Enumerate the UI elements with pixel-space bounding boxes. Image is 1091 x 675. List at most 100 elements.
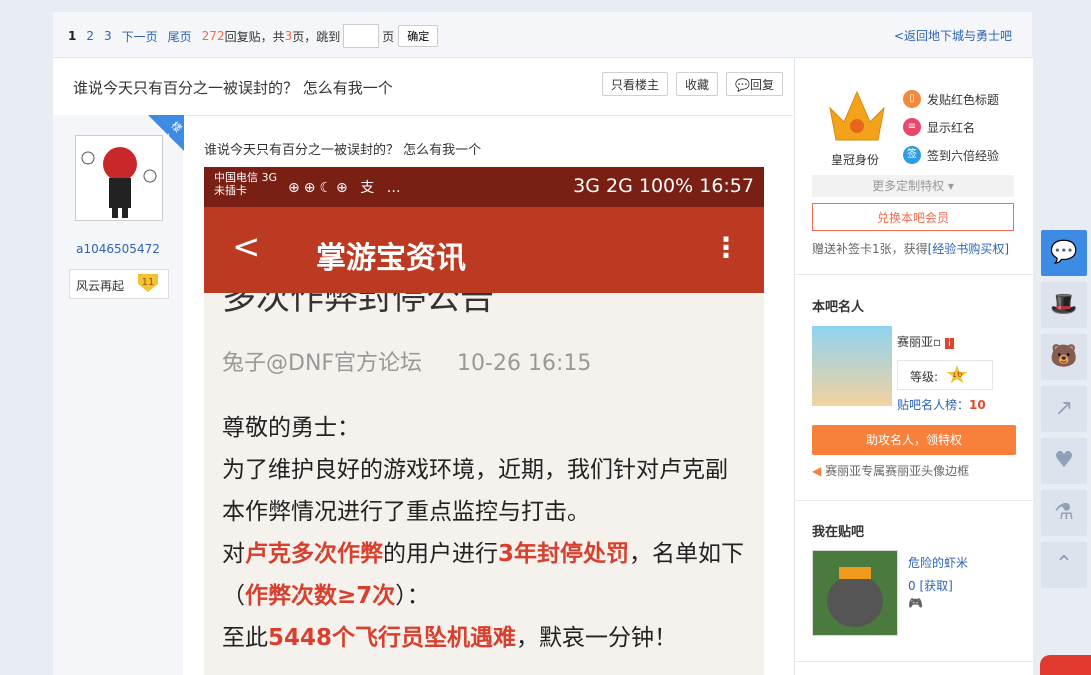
comment-icon: 💬 [735,78,750,92]
only-op-button[interactable]: 只看楼主 [602,72,669,96]
reply-label: 回复 [749,78,774,92]
carrier-name: 中国电信 3G [214,171,278,184]
article-headline: 多次作弊封停公告 [222,293,494,318]
back-to-forum-link[interactable]: <返回地下城与勇士吧 [894,27,1012,44]
flask-icon[interactable]: ⚗ [1041,490,1087,536]
article-p3: 对卢克多次作弊的用户进行3年封停处罚，名单如下（作弊次数≥7次）： [222,533,746,617]
celebrity-skin-note: ◀ 赛丽亚专属赛丽亚头像边框 [812,462,969,479]
perk-label: 显示红名 [927,120,976,135]
celebrity-image[interactable] [812,326,892,406]
chat-icon[interactable]: 💬 [1041,230,1087,276]
magic-hat-icon[interactable]: 🎩 [1041,282,1087,328]
confirm-button[interactable]: 确定 [398,25,439,47]
celebrity-name[interactable]: 赛丽亚▫ i [897,333,954,350]
p3-c: 的用户进行 [383,541,498,567]
p3-f: 作弊次数≥7次 [245,583,396,609]
author-panel: 楼主 a1046505472 风云再起 11 [53,115,184,675]
my-coins[interactable]: 0 [获取] [908,577,953,594]
carrier-info: 中国电信 3G 未插卡 [214,171,277,197]
p3-a: 对 [222,541,245,567]
sign-icon: 签 [903,146,921,164]
page-2-link[interactable]: 2 [86,29,94,43]
game-icon: 🎮 [908,596,923,610]
article-author: 兔子@DNF官方论坛 [222,351,423,376]
pages-suffix: 页，跳到 [292,29,341,44]
assist-celebrity-button[interactable]: 助攻名人，领特权 [812,425,1016,455]
article-greeting: 尊敬的勇士： [222,415,360,441]
thread-title: 谁说今天只有百分之一被误封的？ 怎么有我一个 [73,79,393,97]
p4-a: 至此 [222,625,268,651]
exchange-membership-button[interactable]: 兑换本吧会员 [812,203,1014,231]
bookmark-icon: ▯ [903,90,921,108]
author-avatar[interactable] [75,135,163,221]
right-sidebar: 皇冠身份 ▯ 发贴红色标题 ≡ 显示红名 签签到六倍经验 更多定制特权 ▾ 兑换本吧… [794,58,1033,675]
article-time: 10-26 16:15 [457,351,592,376]
favorite-button[interactable]: 收藏 [676,72,719,96]
skin-text: 赛丽亚专属赛丽亚头像边框 [825,464,970,478]
perk-list: ▯ 发贴红色标题 ≡ 显示红名 签签到六倍经验 [903,85,999,169]
celebrity-name-text: 赛丽亚▫ [897,335,942,349]
reply-button[interactable]: 💬回复 [726,72,783,96]
scroll-top-icon[interactable]: ⌃ [1041,542,1087,588]
celebrity-level-label: 等级: [910,370,939,384]
pager: 1 2 3 下一页 尾页 272 回复贴，共 3 页，跳到 页 确定 [68,24,439,48]
speaker-icon: ◀ [812,464,822,478]
page-1: 1 [68,29,77,43]
article-meta: 兔子@DNF官方论坛 10-26 16:15 [222,345,746,377]
article-body: 尊敬的勇士： 为了维护良好的游戏环境，近期，我们针对卢克副本作弊情况进行了重点监… [222,407,746,659]
perk-label: 签到六倍经验 [927,148,1000,163]
p3-b: 卢克多次作弊 [245,541,383,567]
gift-link[interactable]: [经验书购买权] [928,242,1009,256]
my-username[interactable]: 危险的虾米 [908,554,968,571]
thread-actions: 只看楼主 收藏 💬回复 [602,72,783,96]
author-username[interactable]: a1046505472 [53,242,183,256]
my-avatar-drawing [813,551,897,635]
share-icon[interactable]: ↗ [1041,386,1087,432]
post-screenshot[interactable]: 中国电信 3G 未插卡 ⊕⊕☾⊕ 支 … 3G 2G 100% 16:57 < … [204,167,764,675]
reply-count: 272 [201,29,225,43]
page-unit: 页 [382,29,395,44]
divider [795,500,1033,501]
more-custom-privileges[interactable]: 更多定制特权 ▾ [812,175,1014,197]
perk-sign-exp[interactable]: 签签到六倍经验 [903,141,999,169]
total-pages: 3 [284,29,293,43]
perk-red-name[interactable]: ≡ 显示红名 [903,113,999,141]
p3-g: ）： [395,583,430,609]
article-p4: 至此5448个飞行员坠机遇难，默哀一分钟！ [222,617,746,659]
level-title: 风云再起 [76,279,125,293]
name-icon: ≡ [903,118,921,136]
rank-label: 贴吧名人榜： [897,398,970,412]
jump-page-input[interactable] [343,24,380,48]
star-level-badge: 16 [946,365,968,384]
perk-red-title[interactable]: ▯ 发贴红色标题 [903,85,999,113]
rocket-icon[interactable] [1040,655,1091,675]
phone-status-bar: 中国电信 3G 未插卡 ⊕⊕☾⊕ 支 … 3G 2G 100% 16:57 [204,167,764,207]
crown-icon [829,90,885,141]
rank-value: 10 [969,398,986,412]
heart-icon[interactable]: ♥ [1041,438,1087,484]
my-section-title: 我在贴吧 [812,525,865,540]
status-right: 3G 2G 100% 16:57 [573,175,754,197]
status-icons: ⊕⊕☾⊕ 支 … [288,180,405,196]
floating-toolbar: 💬 🎩 🐻 ↗ ♥ ⚗ ⌃ [1041,230,1087,594]
my-avatar[interactable] [812,550,898,636]
reply-suffix: 回复贴，共 [224,29,285,44]
page-3-link[interactable]: 3 [104,29,112,43]
app-title: 掌游宝资讯 [316,241,466,276]
thread-title-bar: 谁说今天只有百分之一被误封的？ 怎么有我一个 只看楼主 收藏 💬回复 [53,58,793,116]
celebrity-section-title: 本吧名人 [812,300,865,315]
bear-icon[interactable]: 🐻 [1041,334,1087,380]
author-level-box[interactable]: 风云再起 11 [69,269,169,299]
celebrity-rank[interactable]: 贴吧名人榜：10 [897,396,986,413]
post-text: 谁说今天只有百分之一被误封的？ 怎么有我一个 [204,143,482,158]
crown-label: 皇冠身份 [831,153,880,167]
article: 多次作弊封停公告 兔子@DNF官方论坛 10-26 16:15 尊敬的勇士： 为… [204,293,764,659]
last-page-link[interactable]: 尾页 [168,28,192,45]
avatar-drawing [81,147,157,218]
article-p2: 为了维护良好的游戏环境，近期，我们针对卢克副本作弊情况进行了重点监控与打击。 [222,457,728,525]
back-arrow-icon: < [232,227,261,267]
info-icon: i [944,338,954,349]
sim-status: 未插卡 [214,184,247,197]
next-page-link[interactable]: 下一页 [122,28,158,45]
divider [795,661,1033,662]
